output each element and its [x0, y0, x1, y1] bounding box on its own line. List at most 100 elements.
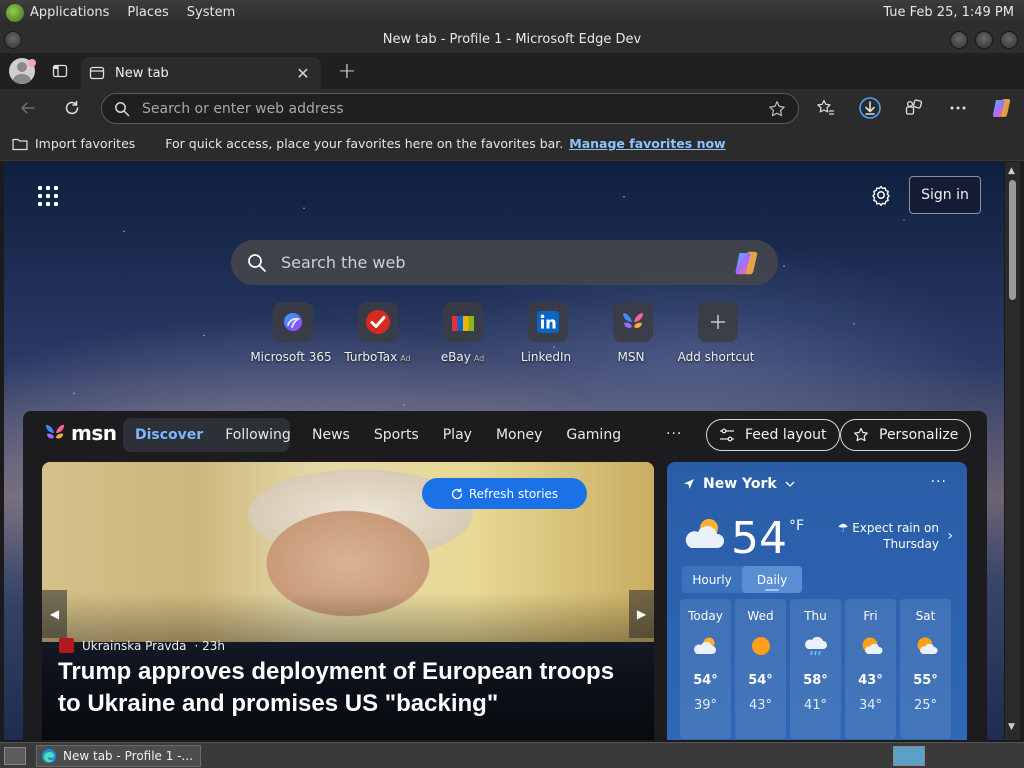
forecast-day[interactable]: Thu 58° 41°: [790, 599, 841, 739]
edge-dev-icon: [42, 748, 56, 763]
feed-layout-label: Feed layout: [745, 427, 827, 443]
carousel-next-button[interactable]: ▶: [629, 590, 654, 638]
window-title-bar[interactable]: New tab - Profile 1 - Microsoft Edge Dev: [0, 25, 1024, 53]
refresh-button[interactable]: [56, 92, 88, 124]
gnome-logo-icon[interactable]: [6, 3, 24, 22]
import-favorites-button[interactable]: Import favorites: [12, 136, 135, 151]
back-button[interactable]: [12, 92, 44, 124]
toggle-hourly[interactable]: Hourly: [682, 566, 742, 593]
shortcut-linkedin[interactable]: LinkedIn: [505, 302, 590, 364]
shortcut-label: MSN: [617, 350, 645, 364]
workspace-switcher[interactable]: [893, 746, 925, 766]
feed-tab-group: Discover Following: [123, 418, 291, 452]
tab-actions-menu-button[interactable]: [49, 60, 71, 82]
address-input[interactable]: [142, 100, 742, 117]
tab-discover[interactable]: Discover: [135, 427, 203, 443]
window-menu-button[interactable]: [4, 31, 22, 49]
app-launcher-icon[interactable]: [38, 186, 58, 206]
nav-money[interactable]: Money: [496, 427, 542, 443]
shortcut-add[interactable]: Add shortcut: [675, 302, 760, 364]
tab-new-tab[interactable]: New tab ✕: [81, 57, 321, 89]
quick-links: Microsoft 365 TurboTax Ad eBay Ad LinkedIn…: [250, 302, 760, 364]
scroll-up-arrow-icon[interactable]: ▲: [1008, 166, 1015, 176]
article-source: Ukrainska Pravda · 23h: [59, 638, 225, 653]
places-menu[interactable]: Places: [127, 5, 168, 20]
forecast-day[interactable]: Fri 43° 34°: [845, 599, 896, 739]
copilot-icon: [735, 251, 758, 274]
refresh-stories-button[interactable]: Refresh stories: [422, 478, 587, 509]
panel-clock[interactable]: Tue Feb 25, 1:49 PM: [883, 5, 1014, 20]
forecast-day[interactable]: Wed 54° 43°: [735, 599, 786, 739]
shortcut-microsoft-365[interactable]: Microsoft 365: [250, 302, 335, 364]
minimize-button[interactable]: [950, 31, 968, 49]
web-search-box[interactable]: [231, 240, 778, 285]
close-window-button[interactable]: [1000, 31, 1018, 49]
hero-news-card[interactable]: Refresh stories ◀ ▶ Ukrainska Pravda · 2…: [42, 462, 654, 740]
sign-in-button[interactable]: Sign in: [909, 176, 981, 214]
temperature-unit[interactable]: °F: [789, 518, 804, 534]
add-favorite-star-icon[interactable]: [768, 100, 786, 118]
downloads-button[interactable]: [854, 92, 886, 124]
rain-icon: [804, 636, 827, 656]
system-menu[interactable]: System: [187, 5, 235, 20]
extensions-button[interactable]: [898, 92, 930, 124]
weather-more-button[interactable]: ···: [931, 474, 947, 490]
address-bar[interactable]: [101, 93, 799, 124]
nav-sports[interactable]: Sports: [374, 427, 419, 443]
new-tab-button[interactable]: +: [335, 59, 359, 84]
close-tab-icon[interactable]: ✕: [293, 63, 313, 83]
applications-menu[interactable]: Applications: [30, 5, 109, 20]
shortcut-msn[interactable]: MSN: [590, 302, 675, 364]
weather-alert[interactable]: ☂ Expect rain on Thursday: [837, 520, 939, 552]
personalize-button[interactable]: Personalize: [840, 419, 972, 451]
show-desktop-button[interactable]: [4, 746, 26, 765]
search-icon: [248, 253, 266, 272]
low-temp: 25°: [913, 698, 938, 713]
shortcut-turbotax[interactable]: TurboTax Ad: [335, 302, 420, 364]
top-panel: Applications Places System Tue Feb 25, 1…: [0, 0, 1024, 25]
chevron-down-icon: [785, 481, 795, 487]
toggle-daily[interactable]: Daily: [742, 566, 802, 593]
linkedin-icon: [527, 302, 568, 342]
manage-favorites-link[interactable]: Manage favorites now: [569, 136, 725, 151]
page-scrollbar[interactable]: ▲ ▼: [1005, 162, 1020, 740]
feed-layout-button[interactable]: Feed layout: [706, 419, 840, 451]
taskbar-window-button[interactable]: New tab - Profile 1 -...: [36, 744, 201, 767]
source-name: Ukrainska Pravda: [82, 638, 187, 653]
forecast-day[interactable]: Sat 55° 25°: [900, 599, 951, 739]
chevron-right-icon[interactable]: ›: [947, 528, 953, 544]
scroll-down-arrow-icon[interactable]: ▼: [1008, 722, 1015, 732]
daily-forecast: Today 54° 39° Wed 54° 43° Thu 58° 41° Fr…: [680, 599, 951, 739]
web-search-input[interactable]: [281, 253, 721, 272]
carousel-prev-button[interactable]: ◀: [42, 590, 67, 638]
ukrainska-pravda-logo-icon: [59, 638, 74, 653]
msn-more-categories-button[interactable]: ···: [666, 426, 682, 442]
location-name: New York: [703, 476, 777, 492]
copilot-search-button[interactable]: [732, 248, 762, 278]
nav-gaming[interactable]: Gaming: [566, 427, 621, 443]
maximize-button[interactable]: [975, 31, 993, 49]
page-settings-button[interactable]: [870, 184, 892, 206]
weather-card[interactable]: New York ··· 54 °F ☂ Expect rain on Thurs…: [667, 462, 967, 740]
back-arrow-icon: [21, 102, 35, 114]
article-headline[interactable]: Trump approves deployment of European tr…: [58, 656, 638, 720]
favorites-button[interactable]: [810, 92, 842, 124]
shortcut-label: eBay Ad: [440, 350, 485, 364]
nav-news[interactable]: News: [312, 427, 350, 443]
settings-and-more-button[interactable]: [942, 92, 974, 124]
alert-line1: ☂ Expect rain on: [837, 521, 939, 535]
forecast-day[interactable]: Today 54° 39°: [680, 599, 731, 739]
partly-sunny-icon: [917, 637, 937, 654]
shortcut-ebay[interactable]: eBay Ad: [420, 302, 505, 364]
copilot-button[interactable]: [986, 92, 1018, 124]
tab-following[interactable]: Following: [225, 427, 291, 443]
shortcut-label: Microsoft 365: [250, 350, 332, 364]
nav-play[interactable]: Play: [443, 427, 472, 443]
refresh-stories-label: Refresh stories: [468, 486, 559, 501]
msn-logo[interactable]: msn: [43, 421, 117, 445]
scrollbar-thumb[interactable]: [1009, 180, 1016, 300]
sunny-icon: [751, 637, 770, 655]
tab-strip: New tab ✕ +: [0, 53, 1024, 89]
import-folder-icon: [12, 138, 28, 150]
weather-location[interactable]: New York: [683, 476, 795, 492]
